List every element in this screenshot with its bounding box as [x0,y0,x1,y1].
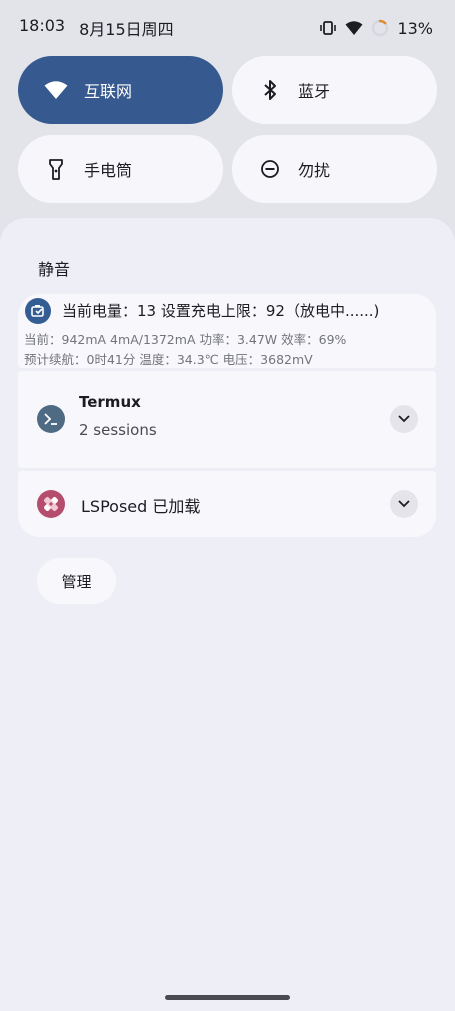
lsposed-title: LSPosed 已加载 [81,497,201,516]
wifi-icon [345,20,363,36]
home-indicator[interactable] [165,995,290,1000]
vibrate-icon [319,20,337,36]
terminal-icon [37,405,65,433]
flashlight-icon [44,157,68,181]
notification-group: 当前电量：13 设置充电上限：92（放电中......) 当前：942mA 4m… [18,294,436,537]
termux-subtitle: 2 sessions [79,421,157,439]
tile-flashlight[interactable]: 手电筒 [18,135,223,203]
battery-notification-line1: 当前：942mA 4mA/1372mA 功率：3.47W 效率：69% [24,332,347,347]
tile-label: 蓝牙 [298,82,331,101]
lsposed-icon [37,490,65,518]
battery-notification-title: 当前电量：13 设置充电上限：92（放电中......) [62,302,380,320]
termux-title: Termux [79,393,141,411]
manage-button[interactable]: 管理 [37,558,116,604]
chevron-down-icon [398,500,410,508]
status-bar: 18:03 8月15日周四 13% [0,0,455,56]
bluetooth-icon [258,78,282,102]
wifi-icon [44,78,68,102]
section-title-silent: 静音 [38,260,71,279]
termux-expand-button[interactable] [390,405,418,433]
lsposed-expand-button[interactable] [390,490,418,518]
status-date: 8月15日周四 [79,20,174,39]
status-left: 18:03 8月15日周四 [19,16,174,40]
status-right: 13% [319,19,433,38]
tile-label: 手电筒 [84,161,133,180]
tile-internet[interactable]: 互联网 [18,56,223,124]
tile-label: 互联网 [84,82,133,101]
status-time: 18:03 [19,16,66,35]
battery-ring-icon [371,19,389,37]
tile-do-not-disturb[interactable]: 勿扰 [232,135,437,203]
battery-notification-line2: 预计续航：0时41分 温度：34.3℃ 电压：3682mV [24,352,313,367]
battery-app-icon [25,298,51,324]
termux-notification[interactable]: Termux 2 sessions [18,371,436,468]
tile-bluetooth[interactable]: 蓝牙 [232,56,437,124]
battery-percent: 13% [397,18,433,38]
lsposed-notification[interactable]: LSPosed 已加载 [18,471,436,537]
tile-label: 勿扰 [298,161,331,180]
chevron-down-icon [398,415,410,423]
do-not-disturb-icon [258,157,282,181]
battery-notification[interactable]: 当前电量：13 设置充电上限：92（放电中......) 当前：942mA 4m… [18,294,436,368]
